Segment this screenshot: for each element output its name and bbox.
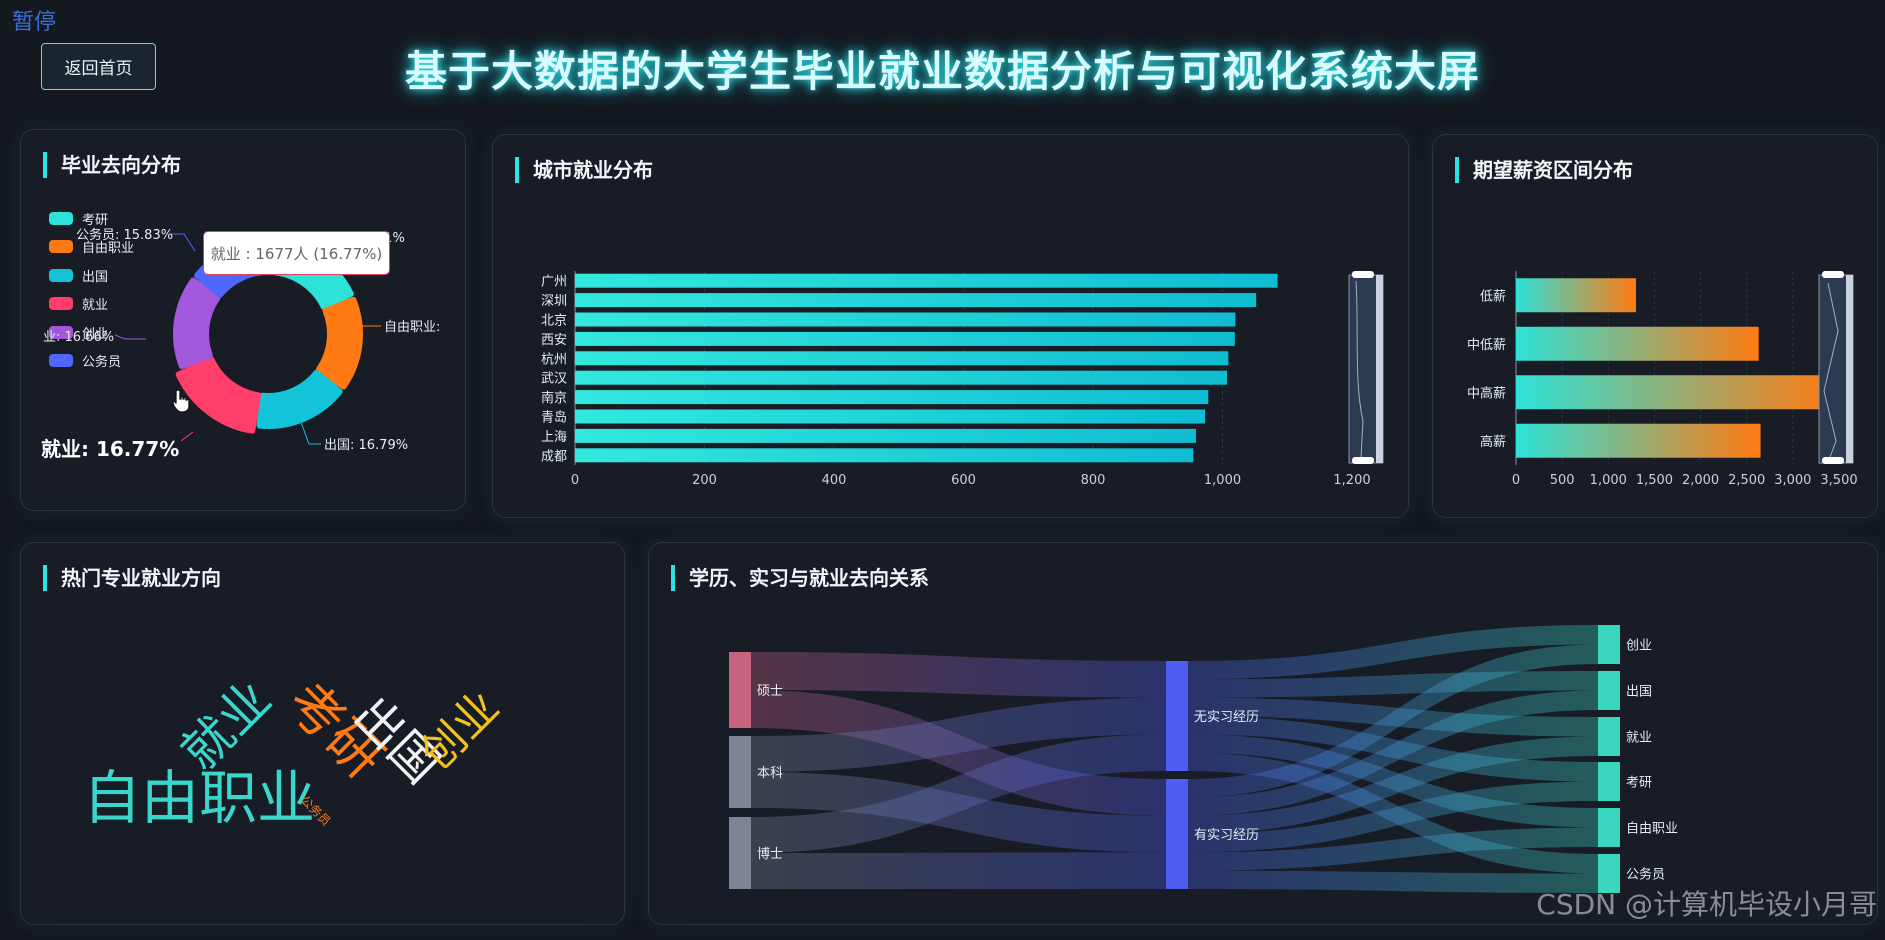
salary-x-tick: 2,000 [1682, 473, 1719, 488]
city-x-tick: 400 [822, 473, 847, 488]
datazoom-handle-bottom[interactable] [1352, 457, 1374, 464]
city-bar-chart: 0 200 400 600 800 1,000 1,200 广州深圳北京西安杭州武汉南京青岛上… [541, 271, 1371, 488]
watermark: CSDN @计算机毕设小月哥 [1536, 888, 1877, 921]
salary-panel: 期望薪资区间分布 0 500 1,000 1,500 2,000 2,500 3,000 3,… [1432, 134, 1878, 518]
salary-x-tick: 500 [1550, 473, 1575, 488]
city-y-tick: 杭州 [541, 352, 567, 367]
slice-label-出国: 出国: 16.79% [324, 438, 408, 453]
sankey-node-自由职业[interactable] [1598, 808, 1620, 847]
datazoom-handle-bottom[interactable] [1822, 457, 1844, 464]
donut-slice-创业[interactable] [173, 277, 221, 370]
sankey-node-label: 考研 [1626, 776, 1652, 791]
datazoom-handle-top[interactable] [1822, 271, 1844, 278]
sankey-node-考研[interactable] [1598, 762, 1620, 801]
city-x-tick: 0 [571, 473, 579, 488]
city-bar-武汉[interactable] [575, 370, 1228, 385]
salary-x-tick: 3,000 [1774, 473, 1811, 488]
datazoom-handle-top[interactable] [1352, 271, 1374, 278]
hand-cursor-icon [172, 389, 190, 413]
sankey-node-博士[interactable] [729, 817, 751, 889]
salary-y-tick: 高薪 [1480, 434, 1506, 450]
slice-label-自由职业: 自由职业: [384, 320, 440, 335]
city-y-tick: 深圳 [541, 294, 567, 309]
city-y-tick: 上海 [541, 430, 567, 445]
slice-label-创业: 业: 16.66% [43, 330, 114, 345]
city-datazoom-slider[interactable] [1346, 271, 1386, 467]
city-y-tick: 南京 [541, 390, 567, 406]
city-x-tick: 200 [692, 473, 717, 488]
sankey-node-label: 硕士 [757, 684, 783, 699]
sankey-node-label: 本科 [757, 766, 783, 781]
donut-emphasis-label: 就业: 16.77% [41, 437, 180, 461]
sankey-node-就业[interactable] [1598, 717, 1620, 756]
city-panel: 城市就业分布 0 200 400 600 800 1,000 1,200 广州 深圳 北京 西安 杭州… [492, 134, 1409, 518]
city-bar-广州[interactable] [575, 273, 1278, 288]
salary-x-tick: 1,000 [1590, 473, 1627, 488]
salary-x-tick: 2,500 [1728, 473, 1765, 488]
majors-word-cloud: 自由职业 就业 考研 出国 创业 公务员 [83, 670, 509, 832]
salary-bar-低薪[interactable] [1516, 278, 1636, 313]
sankey-node-label: 无实习经历 [1194, 710, 1259, 725]
sankey-node-本科[interactable] [729, 736, 751, 808]
salary-y-tick: 中低薪 [1467, 338, 1506, 353]
sankey-node-label: 创业 [1626, 639, 1652, 654]
sankey-link[interactable] [751, 852, 1166, 889]
city-x-tick: 1,000 [1204, 473, 1241, 488]
word-自由职业: 自由职业 [83, 764, 315, 832]
sankey-node-label: 有实习经历 [1194, 828, 1259, 843]
salary-bar-中高薪[interactable] [1516, 375, 1835, 410]
city-bar-青岛[interactable] [575, 409, 1206, 424]
city-y-tick: 北京 [541, 314, 567, 329]
label-line-就业 [180, 431, 194, 442]
donut-tooltip: 就业 : 1677人 (16.77%) [203, 231, 390, 275]
sankey-node-label: 自由职业 [1626, 822, 1678, 837]
sankey-node-无实习经历[interactable] [1166, 661, 1188, 771]
city-y-tick: 广州 [541, 275, 567, 290]
city-x-tick: 800 [1081, 473, 1106, 488]
sankey-node-出国[interactable] [1598, 671, 1620, 710]
city-y-tick: 青岛 [541, 410, 567, 426]
city-bar-杭州[interactable] [575, 351, 1229, 366]
sankey-node-有实习经历[interactable] [1166, 779, 1188, 889]
sankey-node-label: 博士 [757, 847, 783, 862]
salary-bar-chart: 0 500 1,000 1,500 2,000 2,500 3,000 3,500 低薪中低薪中… [1467, 271, 1858, 488]
sankey-node-label: 就业 [1626, 731, 1652, 746]
destination-panel: 毕业去向分布 考研 自由职业 出国 就业 创业 公务员 考研: 17.1% 自由… [20, 129, 466, 511]
salary-y-tick: 低薪 [1480, 289, 1506, 304]
city-x-tick: 600 [951, 473, 976, 488]
city-y-tick: 武汉 [541, 372, 567, 387]
salary-x-tick: 3,500 [1820, 473, 1857, 488]
salary-bar-中低薪[interactable] [1516, 326, 1759, 361]
city-bar-北京[interactable] [575, 312, 1236, 327]
salary-y-tick: 中高薪 [1467, 385, 1506, 401]
salary-bar-高薪[interactable] [1516, 423, 1761, 458]
page-title: 基于大数据的大学生毕业就业数据分析与可视化系统大屏 [404, 47, 1480, 96]
pause-button[interactable]: 暂停 [12, 4, 56, 36]
slice-label-公务员: 公务员: 15.83% [76, 227, 173, 243]
salary-datazoom-slider[interactable] [1816, 271, 1856, 467]
city-bar-深圳[interactable] [575, 293, 1257, 308]
sankey-chart: 硕士本科博士 无实习经历有实习经历 创业出国就业考研自由职业公务员 [729, 625, 1678, 893]
donut-slice-自由职业[interactable] [315, 296, 363, 390]
label-line-创业 [114, 334, 146, 340]
city-y-tick: 成都 [541, 449, 567, 464]
city-bar-南京[interactable] [575, 390, 1209, 405]
city-y-tick: 西安 [541, 333, 567, 348]
city-x-tick: 1,200 [1333, 473, 1370, 488]
city-bar-西安[interactable] [575, 331, 1235, 346]
city-bar-上海[interactable] [575, 428, 1196, 443]
sankey-node-label: 出国 [1626, 685, 1652, 700]
sankey-node-label: 公务员 [1626, 867, 1665, 883]
sankey-node-硕士[interactable] [729, 652, 751, 728]
salary-x-tick: 1,500 [1636, 473, 1673, 488]
sankey-panel: 学历、实习与就业去向关系 硕士 本科 博士 无实习经历 有实习经历 创业 出国 就业 考研 自由职… [648, 542, 1878, 925]
label-line-公务员 [171, 233, 196, 252]
salary-x-tick: 0 [1512, 473, 1520, 488]
sankey-link[interactable] [751, 652, 1166, 698]
city-bar-成都[interactable] [575, 448, 1194, 463]
sankey-node-创业[interactable] [1598, 625, 1620, 664]
majors-panel: 热门专业就业方向 自由职业 就业 考研 出国 创业 公务员 [20, 542, 625, 925]
